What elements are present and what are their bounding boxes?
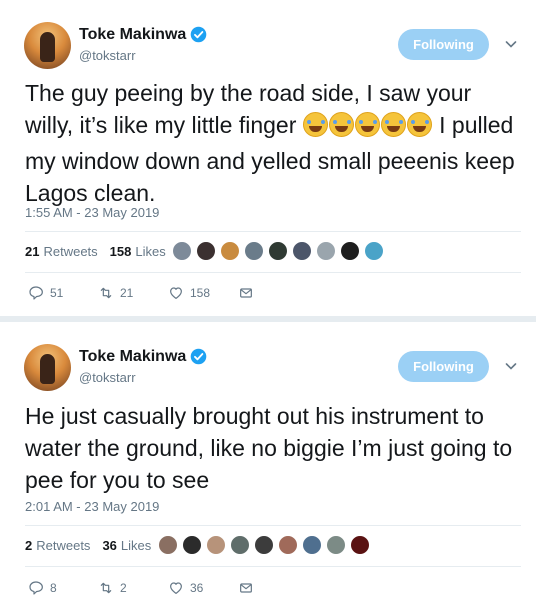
liker-avatar[interactable]	[363, 240, 385, 262]
following-button[interactable]: Following	[398, 29, 489, 60]
timestamp[interactable]: 2:01 AM - 23 May 2019	[25, 499, 159, 514]
liker-avatar[interactable]	[157, 534, 179, 556]
liker-avatars	[157, 534, 373, 556]
dm-action[interactable]	[238, 580, 260, 596]
retweet-icon	[100, 582, 112, 594]
liker-avatar[interactable]	[229, 534, 251, 556]
like-action[interactable]: 36	[168, 580, 238, 596]
verified-badge-icon	[190, 26, 207, 43]
reply-icon	[29, 286, 43, 300]
rolling-laughing-emoji-icon	[354, 112, 380, 137]
tweet-text: The guy peeing by the road side, I saw y…	[25, 77, 525, 209]
rolling-laughing-emoji-icon	[406, 112, 432, 137]
dm-envelope-icon	[240, 583, 252, 593]
retweet-action[interactable]: 21	[98, 285, 168, 301]
tweet-card: Toke Makinwa @tokstarr Following He just…	[0, 322, 536, 607]
retweets-stat[interactable]: 21 Retweets	[25, 244, 98, 259]
like-action[interactable]: 158	[168, 285, 238, 301]
liker-avatar[interactable]	[315, 240, 337, 262]
engagement-stats: 21 Retweets 158 Likes	[25, 244, 178, 259]
liker-avatar[interactable]	[301, 534, 323, 556]
tweet-card: Toke Makinwa @tokstarr Following The guy…	[0, 0, 536, 316]
tweet-text: He just casually brought out his instrum…	[25, 403, 513, 493]
avatar[interactable]	[24, 22, 71, 69]
reply-action[interactable]: 8	[28, 580, 98, 596]
tweet-actions: 51 21 158	[28, 285, 260, 301]
divider	[25, 525, 521, 526]
liker-avatar[interactable]	[181, 534, 203, 556]
user-name[interactable]: Toke Makinwa	[79, 348, 186, 366]
liker-avatar[interactable]	[171, 240, 193, 262]
divider	[25, 566, 521, 567]
liker-avatar[interactable]	[205, 534, 227, 556]
liker-avatars	[171, 240, 387, 262]
liker-avatar[interactable]	[195, 240, 217, 262]
verified-badge-icon	[190, 348, 207, 365]
liker-avatar[interactable]	[291, 240, 313, 262]
liker-avatar[interactable]	[243, 240, 265, 262]
heart-icon	[170, 582, 182, 594]
reply-icon	[29, 581, 43, 595]
user-handle[interactable]: @tokstarr	[79, 370, 136, 385]
liker-avatar[interactable]	[267, 240, 289, 262]
liker-avatar[interactable]	[325, 534, 347, 556]
likes-stat[interactable]: 36 Likes	[102, 538, 151, 553]
chevron-down-icon[interactable]	[505, 38, 517, 50]
dm-envelope-icon	[240, 288, 252, 298]
dm-action[interactable]	[238, 285, 260, 301]
retweet-icon	[100, 287, 112, 299]
user-handle[interactable]: @tokstarr	[79, 48, 136, 63]
liker-avatar[interactable]	[277, 534, 299, 556]
engagement-stats: 2 Retweets 36 Likes	[25, 538, 163, 553]
rolling-laughing-emoji-icon	[302, 112, 328, 137]
reply-action[interactable]: 51	[28, 285, 98, 301]
user-name[interactable]: Toke Makinwa	[79, 26, 186, 44]
divider	[25, 231, 521, 232]
retweet-action[interactable]: 2	[98, 580, 168, 596]
emoji-group	[302, 112, 433, 145]
liker-avatar[interactable]	[349, 534, 371, 556]
heart-icon	[170, 287, 182, 299]
timestamp[interactable]: 1:55 AM - 23 May 2019	[25, 205, 159, 220]
avatar[interactable]	[24, 344, 71, 391]
rolling-laughing-emoji-icon	[380, 112, 406, 137]
chevron-down-icon[interactable]	[505, 360, 517, 372]
liker-avatar[interactable]	[339, 240, 361, 262]
liker-avatar[interactable]	[219, 240, 241, 262]
likes-stat[interactable]: 158 Likes	[110, 244, 166, 259]
following-button[interactable]: Following	[398, 351, 489, 382]
liker-avatar[interactable]	[253, 534, 275, 556]
tweet-actions: 8 2 36	[28, 580, 260, 596]
retweets-stat[interactable]: 2 Retweets	[25, 538, 90, 553]
divider	[25, 272, 521, 273]
rolling-laughing-emoji-icon	[328, 112, 354, 137]
